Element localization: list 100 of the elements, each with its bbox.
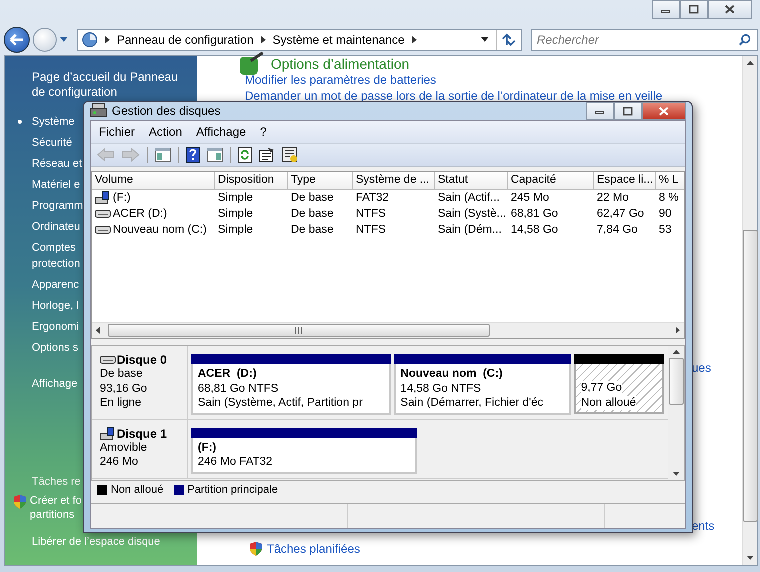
menu-item[interactable]: Fichier [99, 125, 136, 139]
table-cell-text: 90 [658, 207, 673, 222]
maximize-button[interactable] [680, 0, 708, 19]
hard-drive-icon [95, 209, 111, 219]
disk-info: De base [100, 367, 144, 382]
scroll-thumb[interactable] [668, 358, 684, 405]
window-title: Gestion des disques [112, 104, 221, 118]
panel-icon[interactable] [207, 148, 223, 162]
search-field[interactable]: Rechercher [531, 28, 758, 50]
sidebar-item[interactable]: Options s [17, 340, 78, 356]
sidebar-item[interactable]: Réseau et [17, 156, 82, 172]
refresh-icon[interactable] [238, 147, 252, 163]
column-header[interactable]: Disposition [215, 172, 288, 189]
column-header[interactable]: Volume [92, 172, 215, 189]
left-arrow-icon [10, 34, 24, 46]
table-cell-text: Simple [217, 223, 254, 238]
disk-info: 246 Mo [100, 455, 140, 470]
dropdown-icon[interactable] [481, 37, 489, 42]
task-link[interactable]: Modifier les paramètres de batteries [245, 72, 742, 88]
maximize-button[interactable] [614, 102, 642, 120]
table-cell: Nouveau nom (C:) [92, 222, 215, 238]
menu-item[interactable]: Affichage [196, 125, 246, 139]
sidebar-item[interactable]: Apparenc [17, 277, 80, 293]
right-arrow-icon[interactable] [676, 327, 680, 334]
column-header[interactable]: % L [656, 172, 684, 189]
section-heading[interactable]: Options d’alimentation [271, 56, 410, 72]
panel-icon[interactable] [155, 148, 171, 162]
breadcrumb-item[interactable]: Système et maintenance [272, 32, 405, 46]
disk-name: Disque 1 [117, 426, 168, 440]
sidebar-item[interactable]: Comptes protection [17, 240, 80, 272]
link-fragment[interactable]: ues [692, 361, 712, 375]
down-arrow-icon[interactable] [672, 472, 680, 476]
left-arrow-icon[interactable] [96, 327, 100, 334]
minimize-button[interactable] [652, 0, 680, 19]
scrollbar[interactable] [742, 56, 757, 565]
sidebar-item[interactable]: Matériel e [17, 177, 80, 193]
down-arrow-icon[interactable] [746, 556, 754, 560]
control-panel-icon [82, 32, 98, 48]
partition-info: Sain (Démarrer, Fichier d'éc [400, 396, 544, 410]
column-header[interactable]: Système de ... [353, 172, 435, 189]
maximize-icon [623, 106, 633, 116]
table-cell-text: 68,81 Go [510, 207, 560, 222]
column-header[interactable]: Espace li... [594, 172, 656, 189]
address-bar[interactable]: Panneau de configuration Système et maintenance [77, 28, 522, 50]
removable-drive-icon [100, 426, 116, 440]
menu-item[interactable]: ? [260, 125, 267, 139]
table-cell-text: De base [290, 207, 335, 222]
caret-icon[interactable] [60, 36, 68, 42]
chevron-icon [105, 36, 110, 44]
close-button[interactable] [708, 0, 752, 19]
power-plug-icon [237, 51, 265, 77]
menu-item[interactable]: Action [149, 125, 182, 139]
sidebar-item[interactable]: Système [17, 114, 75, 130]
task-link[interactable]: Demander un mot de passe lors de la sortie de l’ordinateur de la mise en veille [245, 88, 742, 104]
link-fragment[interactable]: ents [692, 519, 715, 533]
properties-icon[interactable] [259, 147, 275, 163]
scroll-thumb[interactable] [108, 324, 490, 337]
legend-label: Partition principale [188, 484, 278, 496]
minimize-button[interactable] [586, 102, 614, 120]
sidebar-item[interactable]: Sécurité [17, 135, 72, 151]
scrollbar[interactable] [92, 322, 684, 338]
up-arrow-icon[interactable] [672, 350, 680, 354]
chevron-icon [260, 36, 266, 44]
partition-info: 246 Mo FAT32 [198, 455, 274, 470]
wizard-icon[interactable] [282, 147, 298, 163]
column-header[interactable]: Capacité [508, 172, 594, 189]
chevron-icon [412, 36, 417, 44]
scroll-thumb[interactable] [742, 230, 758, 522]
sidebar-item[interactable]: Ergonomi [17, 319, 80, 335]
removable-drive-icon [95, 191, 111, 205]
disk-info: 93,16 Go [100, 382, 148, 396]
maximize-icon [689, 5, 699, 14]
tasks-heading: Tâches re [32, 476, 81, 488]
column-header[interactable]: Statut [435, 172, 508, 189]
close-button[interactable] [642, 102, 686, 120]
table-cell: (F:) [92, 190, 215, 206]
sidebar-home-link[interactable]: Page d’accueil du Panneau de configuration [32, 70, 192, 100]
help-icon[interactable] [186, 147, 200, 163]
table-cell-text: FAT32 [355, 191, 390, 206]
table-cell-text: Simple [217, 191, 254, 206]
partition-info: 68,81 Go NTFS [198, 382, 280, 396]
up-arrow-icon[interactable] [746, 61, 754, 65]
task-link[interactable]: Tâches planifiées [267, 541, 360, 557]
back-button[interactable] [4, 26, 30, 52]
sidebar-item[interactable]: Horloge, l [17, 298, 80, 314]
table-cell-text: 53 [658, 223, 673, 238]
table-cell-text: De base [290, 223, 335, 238]
table-cell: ACER (D:) [92, 206, 215, 222]
partition-info: Sain (Système, Actif, Partition pr [198, 396, 364, 410]
sidebar-item[interactable]: Programm [17, 198, 84, 214]
table-cell-text: De base [290, 191, 335, 206]
sidebar-item[interactable]: Ordinateu [17, 219, 80, 235]
table-cell-text: 7,84 Go [596, 223, 639, 238]
column-header[interactable]: Type [288, 172, 353, 189]
refresh-icon [501, 32, 517, 46]
sidebar-item[interactable]: Affichage [17, 376, 78, 392]
table-cell-text: Sain (Systè... [437, 207, 508, 222]
breadcrumb-item[interactable]: Panneau de configuration [117, 32, 254, 46]
disk-info: Amovible [100, 440, 148, 455]
table-cell-text: 22 Mo [596, 191, 630, 206]
